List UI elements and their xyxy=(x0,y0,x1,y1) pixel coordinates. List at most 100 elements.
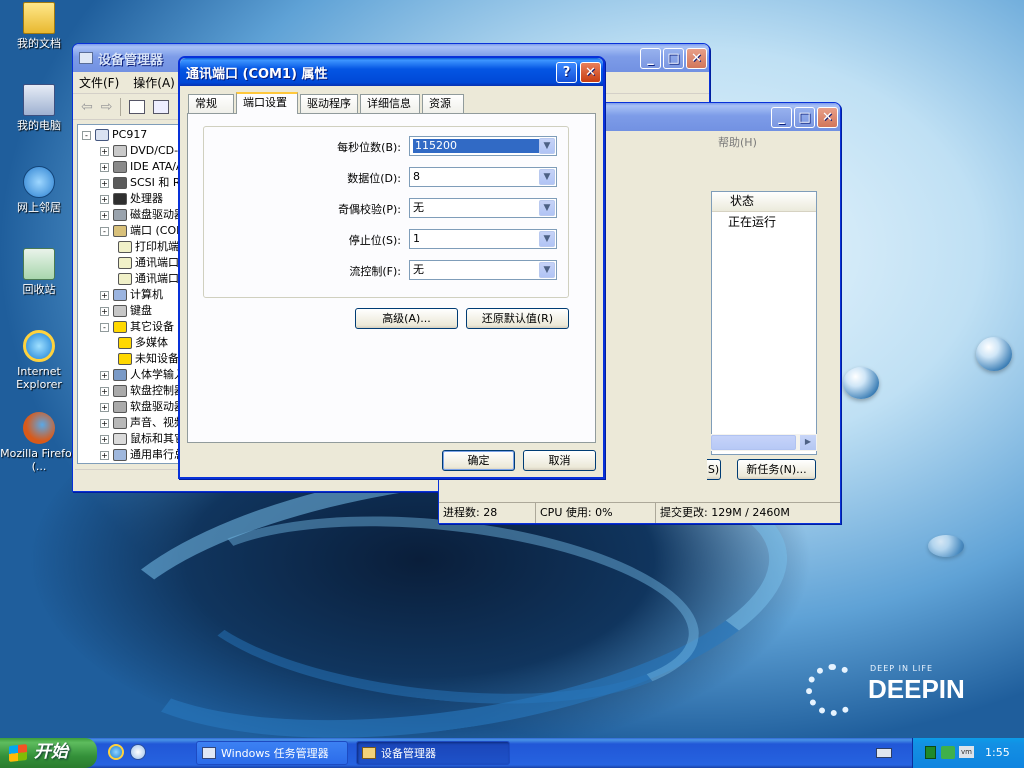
maximize-button[interactable]: □ xyxy=(794,107,815,128)
tree-root[interactable]: - PC917 xyxy=(82,127,147,143)
tab-0[interactable]: 常规 xyxy=(188,94,234,113)
advanced-button[interactable]: 高级(A)... xyxy=(355,308,458,329)
restore-defaults-button[interactable]: 还原默认值(R) xyxy=(466,308,569,329)
tree-item[interactable]: + 软盘控制器 xyxy=(100,383,185,399)
expand-icon[interactable]: + xyxy=(100,370,109,380)
show-hide-tree-icon[interactable] xyxy=(129,99,146,114)
tab-2[interactable]: 驱动程序 xyxy=(300,94,358,113)
expand-icon[interactable]: + xyxy=(100,146,109,156)
tree-label: 通讯端口 xyxy=(135,256,179,269)
menu-help[interactable]: 帮助(H) xyxy=(718,134,757,150)
tray-safe-remove-icon[interactable] xyxy=(941,746,955,759)
expand-icon[interactable]: + xyxy=(100,386,109,396)
taskbar-item-task-manager[interactable]: Windows 任务管理器 xyxy=(196,741,348,765)
expand-icon[interactable]: + xyxy=(100,162,109,172)
tree-item[interactable]: + 磁盘驱动器 xyxy=(100,207,185,223)
settings-dropdown[interactable]: 8 ▼ xyxy=(409,167,557,187)
tree-child-item[interactable]: 通讯端口 xyxy=(118,255,179,271)
menu-action[interactable]: 操作(A) xyxy=(133,74,175,91)
close-button[interactable]: ✕ xyxy=(580,62,601,83)
collapse-icon[interactable]: - xyxy=(82,130,91,140)
tree-label: 软盘驱动器 xyxy=(130,400,185,413)
column-header-status[interactable]: 状态 xyxy=(712,192,816,212)
horizontal-scrollbar[interactable]: ▶ xyxy=(711,434,817,451)
expand-icon[interactable]: + xyxy=(100,306,109,316)
settings-dropdown[interactable]: 无 ▼ xyxy=(409,260,557,280)
tree-label: 多媒体 xyxy=(135,336,168,349)
desktop-icon-network-places[interactable]: 网上邻居 xyxy=(0,166,78,214)
tab-4[interactable]: 资源 xyxy=(422,94,464,113)
help-button[interactable]: ? xyxy=(556,62,577,83)
back-arrow-icon[interactable]: ⇦ xyxy=(81,99,93,115)
tab-3[interactable]: 详细信息 xyxy=(360,94,420,113)
collapse-icon[interactable]: - xyxy=(100,226,109,236)
chevron-down-icon[interactable]: ▼ xyxy=(539,262,555,278)
minimize-button[interactable]: _ xyxy=(771,107,792,128)
chevron-down-icon[interactable]: ▼ xyxy=(539,231,555,247)
expand-icon[interactable]: + xyxy=(100,434,109,444)
my-computer-icon xyxy=(23,84,55,116)
vmware-tools-icon[interactable]: vm xyxy=(959,746,974,758)
settings-dropdown[interactable]: 115200 ▼ xyxy=(409,136,557,156)
chevron-down-icon[interactable]: ▼ xyxy=(539,169,555,185)
properties-icon[interactable] xyxy=(153,99,170,114)
expand-icon[interactable]: + xyxy=(100,402,109,412)
expand-icon[interactable]: + xyxy=(100,178,109,188)
status-commit: 提交更改: 129M / 2460M xyxy=(660,506,790,519)
tree-child-item[interactable]: 通讯端口 xyxy=(118,271,179,287)
expand-icon[interactable]: + xyxy=(100,210,109,220)
tree-item[interactable]: + 计算机 xyxy=(100,287,163,303)
chevron-down-icon[interactable]: ▼ xyxy=(539,138,555,154)
forward-arrow-icon[interactable]: ⇨ xyxy=(101,99,113,115)
task-label: Windows 任务管理器 xyxy=(221,747,329,760)
tray-app-icon[interactable] xyxy=(925,746,936,759)
ok-button[interactable]: 确定 xyxy=(442,450,515,471)
settings-dropdown[interactable]: 1 ▼ xyxy=(409,229,557,249)
cancel-button[interactable]: 取消 xyxy=(523,450,596,471)
expand-icon[interactable]: + xyxy=(100,194,109,204)
device-manager-icon xyxy=(362,747,376,759)
minimize-button[interactable]: _ xyxy=(640,48,661,69)
desktop-icon-firefox[interactable]: Mozilla Firefox (... xyxy=(0,412,78,473)
expand-icon[interactable]: + xyxy=(100,418,109,428)
tree-child-item[interactable]: 多媒体 xyxy=(118,335,168,351)
show-desktop-icon[interactable] xyxy=(130,744,146,760)
desktop-icon-label: Mozilla Firefox (... xyxy=(0,447,78,473)
expand-icon[interactable]: + xyxy=(100,290,109,300)
start-button[interactable]: 开始 xyxy=(0,738,97,768)
maximize-button[interactable]: □ xyxy=(663,48,684,69)
field-label: 数据位(D): xyxy=(347,172,401,185)
switch-to-button[interactable]: S) xyxy=(707,459,721,480)
tree-item[interactable]: + 键盘 xyxy=(100,303,152,319)
desktop-icon-my-computer[interactable]: 我的电脑 xyxy=(0,84,78,132)
dialog-title-bar[interactable]: 通讯端口 (COM1) 属性 ? ✕ xyxy=(180,58,603,86)
scroll-right-arrow-icon[interactable]: ▶ xyxy=(800,435,816,450)
water-drop-decoration xyxy=(843,367,879,399)
menu-file[interactable]: 文件(F) xyxy=(79,74,119,91)
tree-child-item[interactable]: 未知设备 xyxy=(118,351,179,367)
device-icon xyxy=(113,225,127,237)
chevron-down-icon[interactable]: ▼ xyxy=(539,200,555,216)
new-task-button[interactable]: 新任务(N)... xyxy=(737,459,816,480)
settings-dropdown[interactable]: 无 ▼ xyxy=(409,198,557,218)
expand-icon[interactable]: + xyxy=(100,450,109,460)
taskbar-item-device-manager[interactable]: 设备管理器 xyxy=(356,741,510,765)
tree-item[interactable]: + 处理器 xyxy=(100,191,163,207)
tree-item[interactable]: + 软盘驱动器 xyxy=(100,399,185,415)
keyboard-icon[interactable] xyxy=(876,748,892,758)
clock[interactable]: 1:55 xyxy=(985,746,1010,759)
tree-item[interactable]: - 其它设备 xyxy=(100,319,174,335)
close-button[interactable]: ✕ xyxy=(817,107,838,128)
collapse-icon[interactable]: - xyxy=(100,322,109,332)
desktop-icon-internet-explorer[interactable]: Internet Explorer xyxy=(0,330,78,391)
firefox-icon xyxy=(23,412,55,444)
deepin-logo-mark xyxy=(806,664,860,716)
tab-1[interactable]: 端口设置 xyxy=(236,92,298,114)
desktop-icon-my-documents[interactable]: 我的文档 xyxy=(0,2,78,50)
desktop-icon-recycle-bin[interactable]: 回收站 xyxy=(0,248,78,296)
tree-label: 其它设备 xyxy=(130,320,174,333)
scrollbar-thumb[interactable] xyxy=(711,435,796,450)
internet-explorer-icon[interactable] xyxy=(108,744,124,760)
close-button[interactable]: ✕ xyxy=(686,48,707,69)
tree-label: 软盘控制器 xyxy=(130,384,185,397)
